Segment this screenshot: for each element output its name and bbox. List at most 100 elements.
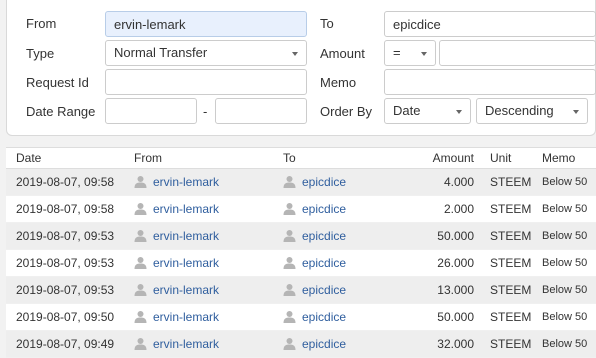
row-from[interactable]: ervin-lemark [134, 223, 219, 250]
table-header: Date From To Amount Unit Memo [6, 147, 596, 169]
date-start-input[interactable] [105, 98, 197, 124]
request-id-input[interactable] [105, 69, 307, 95]
user-icon [134, 176, 147, 188]
to-user-link[interactable]: epicdice [302, 283, 346, 297]
date-end-input[interactable] [215, 98, 307, 124]
row-unit: STEEM [490, 256, 532, 270]
from-label: From [26, 16, 57, 31]
header-unit[interactable]: Unit [490, 148, 511, 169]
row-from[interactable]: ervin-lemark [134, 304, 219, 331]
type-label: Type [26, 46, 55, 61]
table-row[interactable]: 2019-08-07, 09:53 ervin-lemark epicdice 50.… [6, 223, 596, 250]
chevron-down-icon [421, 52, 427, 56]
table-body: 2019-08-07, 09:58 ervin-lemark epicdice 4.0… [6, 169, 596, 358]
order-field-value: Date [393, 103, 421, 118]
row-to[interactable]: epicdice [283, 223, 346, 250]
user-icon [134, 257, 147, 269]
row-to[interactable]: epicdice [283, 304, 346, 331]
row-from[interactable]: ervin-lemark [134, 250, 219, 277]
row-from[interactable]: ervin-lemark [134, 277, 219, 304]
order-direction-value: Descending [485, 103, 554, 118]
amount-operator-select[interactable]: = [384, 40, 436, 66]
from-user-link[interactable]: ervin-lemark [153, 337, 219, 351]
table-row[interactable]: 2019-08-07, 09:58 ervin-lemark epicdice 2.0… [6, 196, 596, 223]
from-user-link[interactable]: ervin-lemark [153, 202, 219, 216]
to-label: To [320, 16, 334, 31]
row-to[interactable]: epicdice [283, 196, 346, 223]
from-user-link[interactable]: ervin-lemark [153, 256, 219, 270]
user-icon [283, 230, 296, 242]
user-icon [134, 338, 147, 350]
amount-input[interactable] [439, 40, 596, 66]
from-user-link[interactable]: ervin-lemark [153, 283, 219, 297]
row-memo: Below 50 [542, 338, 588, 350]
row-amount: 13.000 [437, 283, 474, 297]
date-range-separator: - [203, 104, 208, 119]
from-user-link[interactable]: ervin-lemark [153, 175, 219, 189]
to-user-link[interactable]: epicdice [302, 229, 346, 243]
row-amount: 4.000 [443, 175, 474, 189]
row-unit: STEEM [490, 202, 532, 216]
user-icon [283, 284, 296, 296]
type-select[interactable]: Normal Transfer [105, 40, 307, 66]
row-date: 2019-08-07, 09:53 [16, 256, 115, 270]
to-input[interactable] [384, 11, 596, 37]
table-row[interactable]: 2019-08-07, 09:53 ervin-lemark epicdice 13.… [6, 277, 596, 304]
row-amount: 32.000 [437, 337, 474, 351]
row-to[interactable]: epicdice [283, 250, 346, 277]
to-user-link[interactable]: epicdice [302, 337, 346, 351]
row-memo: Below 50 [542, 203, 588, 215]
user-icon [283, 176, 296, 188]
order-direction-select[interactable]: Descending [476, 98, 588, 124]
row-memo: Below 50 [542, 230, 588, 242]
chevron-down-icon [573, 110, 579, 114]
row-amount: 50.000 [437, 310, 474, 324]
row-memo: Below 50 [542, 284, 588, 296]
header-to[interactable]: To [283, 148, 296, 169]
row-amount: 26.000 [437, 256, 474, 270]
amount-operator-value: = [393, 45, 401, 60]
table-row[interactable]: 2019-08-07, 09:58 ervin-lemark epicdice 4.0… [6, 169, 596, 196]
user-icon [283, 338, 296, 350]
row-unit: STEEM [490, 337, 532, 351]
row-memo: Below 50 [542, 176, 588, 188]
user-icon [283, 311, 296, 323]
user-icon [283, 203, 296, 215]
row-amount: 50.000 [437, 229, 474, 243]
header-memo[interactable]: Memo [542, 148, 575, 169]
row-to[interactable]: epicdice [283, 277, 346, 304]
row-date: 2019-08-07, 09:50 [16, 310, 115, 324]
row-date: 2019-08-07, 09:53 [16, 229, 115, 243]
to-user-link[interactable]: epicdice [302, 175, 346, 189]
header-amount[interactable]: Amount [433, 148, 474, 169]
table-row[interactable]: 2019-08-07, 09:53 ervin-lemark epicdice 26.… [6, 250, 596, 277]
row-unit: STEEM [490, 229, 532, 243]
row-from[interactable]: ervin-lemark [134, 331, 219, 358]
to-user-link[interactable]: epicdice [302, 202, 346, 216]
from-user-link[interactable]: ervin-lemark [153, 310, 219, 324]
from-user-link[interactable]: ervin-lemark [153, 229, 219, 243]
row-unit: STEEM [490, 310, 532, 324]
row-memo: Below 50 [542, 311, 588, 323]
order-field-select[interactable]: Date [384, 98, 471, 124]
user-icon [134, 203, 147, 215]
row-amount: 2.000 [443, 202, 474, 216]
to-user-link[interactable]: epicdice [302, 310, 346, 324]
table-row[interactable]: 2019-08-07, 09:49 ervin-lemark epicdice 32.… [6, 331, 596, 358]
to-user-link[interactable]: epicdice [302, 256, 346, 270]
user-icon [134, 311, 147, 323]
from-input[interactable] [105, 11, 307, 37]
row-memo: Below 50 [542, 257, 588, 269]
request-id-label: Request Id [26, 75, 89, 90]
user-icon [134, 284, 147, 296]
amount-label: Amount [320, 46, 365, 61]
header-from[interactable]: From [134, 148, 162, 169]
row-to[interactable]: epicdice [283, 169, 346, 196]
header-date[interactable]: Date [16, 148, 41, 169]
table-row[interactable]: 2019-08-07, 09:50 ervin-lemark epicdice 50.… [6, 304, 596, 331]
row-from[interactable]: ervin-lemark [134, 169, 219, 196]
row-to[interactable]: epicdice [283, 331, 346, 358]
memo-input[interactable] [384, 69, 596, 95]
row-from[interactable]: ervin-lemark [134, 196, 219, 223]
chevron-down-icon [456, 110, 462, 114]
